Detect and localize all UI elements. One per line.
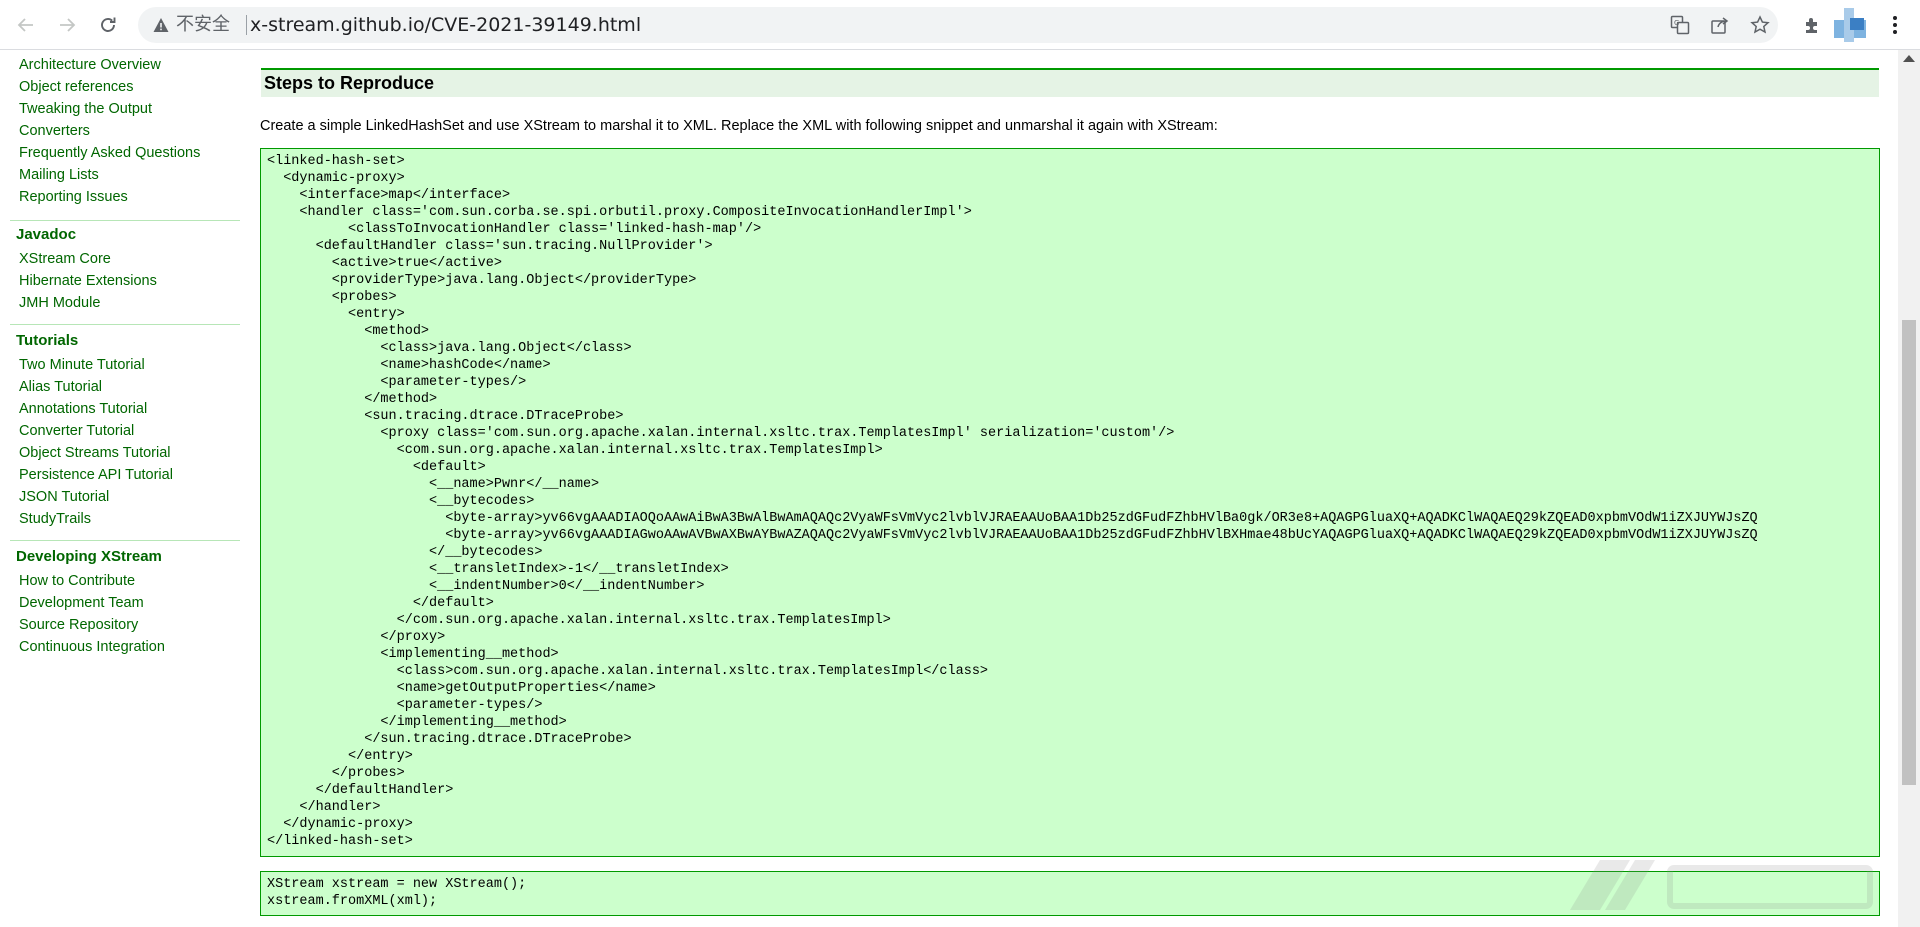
- profile-avatar[interactable]: [1830, 6, 1870, 46]
- share-icon[interactable]: [1710, 15, 1730, 35]
- arrow-right-icon: [60, 18, 76, 32]
- intro-paragraph: Create a simple LinkedHashSet and use XS…: [260, 118, 1218, 134]
- arrow-left-icon: [17, 18, 33, 32]
- sidebar-item-alias-tutorial[interactable]: Alias Tutorial: [14, 376, 240, 398]
- address-bar[interactable]: 不安全 x-stream.github.io/CVE-2021-39149.ht…: [138, 7, 1778, 43]
- reload-icon: [101, 17, 116, 32]
- sidebar-item-reporting-issues[interactable]: Reporting Issues: [14, 186, 240, 208]
- sidebar-top-section: Architecture Overview Object references …: [14, 54, 240, 208]
- sidebar-item-how-to-contribute[interactable]: How to Contribute: [14, 570, 240, 592]
- scroll-up-arrow-icon[interactable]: [1903, 55, 1915, 62]
- sidebar-javadoc-section: Javadoc XStream Core Hibernate Extension…: [14, 224, 240, 314]
- sidebar-heading-tutorials: Tutorials: [16, 332, 79, 349]
- back-button[interactable]: [10, 9, 42, 41]
- sidebar-item-continuous-integration[interactable]: Continuous Integration: [14, 636, 240, 658]
- sidebar-item-development-team[interactable]: Development Team: [14, 592, 240, 614]
- sidebar-item-jmh-module[interactable]: JMH Module: [14, 292, 240, 314]
- watermark-logo-icon: [1570, 860, 1873, 910]
- sidebar-item-tweaking-output[interactable]: Tweaking the Output: [14, 98, 240, 120]
- omnibox-separator: [246, 15, 247, 35]
- sidebar-item-xstream-core[interactable]: XStream Core: [14, 248, 240, 270]
- reload-button[interactable]: [92, 9, 124, 41]
- xml-code-block: <linked-hash-set> <dynamic-proxy> <inter…: [260, 148, 1880, 857]
- warning-triangle-icon[interactable]: [152, 16, 170, 34]
- sidebar-navigation: Architecture Overview Object references …: [0, 50, 240, 927]
- bookmark-star-icon[interactable]: [1750, 15, 1770, 35]
- sidebar-item-json-tutorial[interactable]: JSON Tutorial: [14, 486, 240, 508]
- sidebar-item-annotations-tutorial[interactable]: Annotations Tutorial: [14, 398, 240, 420]
- extensions-puzzle-icon[interactable]: [1802, 14, 1824, 36]
- sidebar-item-persistence-api-tutorial[interactable]: Persistence API Tutorial: [14, 464, 240, 486]
- sidebar-heading-javadoc: Javadoc: [16, 226, 77, 243]
- sidebar-item-hibernate-extensions[interactable]: Hibernate Extensions: [14, 270, 240, 292]
- sidebar-item-mailing-lists[interactable]: Mailing Lists: [14, 164, 240, 186]
- sidebar-item-source-repository[interactable]: Source Repository: [14, 614, 240, 636]
- sidebar-heading-developing: Developing XStream: [16, 548, 162, 565]
- svg-text:G: G: [1674, 19, 1679, 27]
- sidebar-tutorials-section: Tutorials Two Minute Tutorial Alias Tuto…: [14, 330, 240, 530]
- browser-toolbar: 不安全 x-stream.github.io/CVE-2021-39149.ht…: [0, 0, 1920, 50]
- xml-code-text: <linked-hash-set> <dynamic-proxy> <inter…: [267, 154, 1758, 849]
- forward-button[interactable]: [51, 9, 83, 41]
- sidebar-item-object-streams-tutorial[interactable]: Object Streams Tutorial: [14, 442, 240, 464]
- url-text[interactable]: x-stream.github.io/CVE-2021-39149.html: [250, 13, 641, 37]
- section-title: Steps to Reproduce: [261, 68, 1879, 97]
- sidebar-item-converters[interactable]: Converters: [14, 120, 240, 142]
- translate-icon[interactable]: G: [1670, 15, 1690, 35]
- kebab-menu-icon[interactable]: [1884, 14, 1906, 36]
- sidebar-item-faq[interactable]: Frequently Asked Questions: [14, 142, 240, 164]
- sidebar-divider: [10, 220, 240, 221]
- page-scrollbar-thumb[interactable]: [1902, 320, 1916, 785]
- sidebar-developing-section: Developing XStream How to Contribute Dev…: [14, 546, 240, 658]
- sidebar-item-studytrails[interactable]: StudyTrails: [14, 508, 240, 530]
- sidebar-item-object-references[interactable]: Object references: [14, 76, 240, 98]
- sidebar-divider: [10, 540, 240, 541]
- security-label[interactable]: 不安全: [176, 15, 230, 35]
- sidebar-divider: [10, 324, 240, 325]
- sidebar-item-converter-tutorial[interactable]: Converter Tutorial: [14, 420, 240, 442]
- sidebar-item-architecture-overview[interactable]: Architecture Overview: [14, 54, 240, 76]
- sidebar-item-two-minute-tutorial[interactable]: Two Minute Tutorial: [14, 354, 240, 376]
